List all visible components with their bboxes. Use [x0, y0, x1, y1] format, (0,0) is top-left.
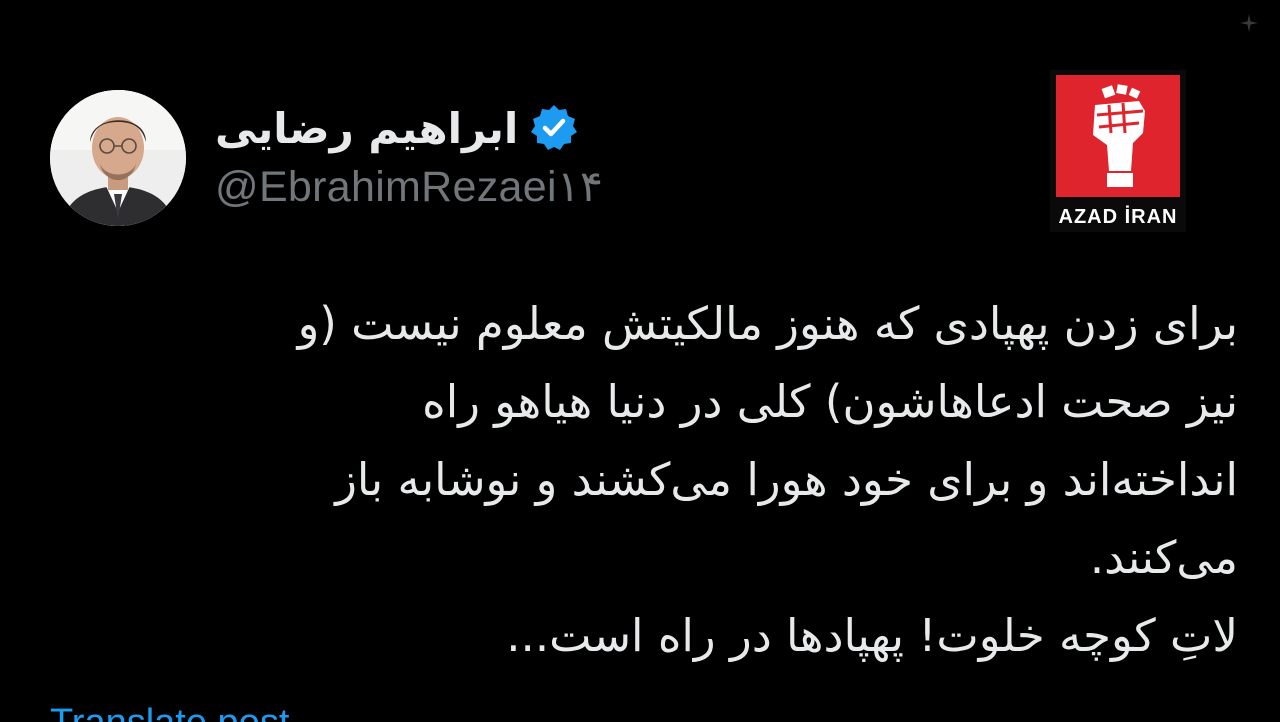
profile-photo — [50, 90, 186, 226]
author-handle[interactable]: @EbrahimRezaei۱۴ — [215, 162, 603, 212]
tweet-line: می‌کنند. — [1089, 531, 1238, 584]
tweet-text: برای زدن پهپادی که هنوز مالکیتش معلوم نی… — [58, 285, 1238, 675]
tweet-screenshot: ابراهیم رضایی @EbrahimRezaei۱۴ AZAD İRAN… — [0, 0, 1280, 722]
sparkle-icon — [1240, 14, 1258, 32]
tweet-line: برای زدن پهپادی که هنوز مالکیتش معلوم نی… — [297, 297, 1238, 350]
brand-name: AZAD İRAN — [1058, 206, 1178, 228]
raised-fist-icon — [1093, 84, 1145, 187]
brand-watermark: AZAD İRAN — [1050, 70, 1186, 232]
display-name[interactable]: ابراهیم رضایی — [215, 104, 518, 153]
verified-badge-icon — [531, 105, 578, 150]
translate-post-link[interactable]: Translate post — [50, 700, 289, 722]
tweet-line: انداخته‌اند و برای خود هورا می‌کشند و نو… — [335, 453, 1238, 506]
tweet-line: نیز صحت ادعاهاشون) کلی در دنیا هیاهو راه — [422, 375, 1238, 428]
brand-logo-box — [1056, 75, 1180, 197]
avatar[interactable] — [50, 90, 186, 226]
author-name-row[interactable]: ابراهیم رضایی — [215, 100, 580, 156]
tweet-line: لاتِ کوچه خلوت! پهپادها در راه است... — [506, 609, 1238, 662]
